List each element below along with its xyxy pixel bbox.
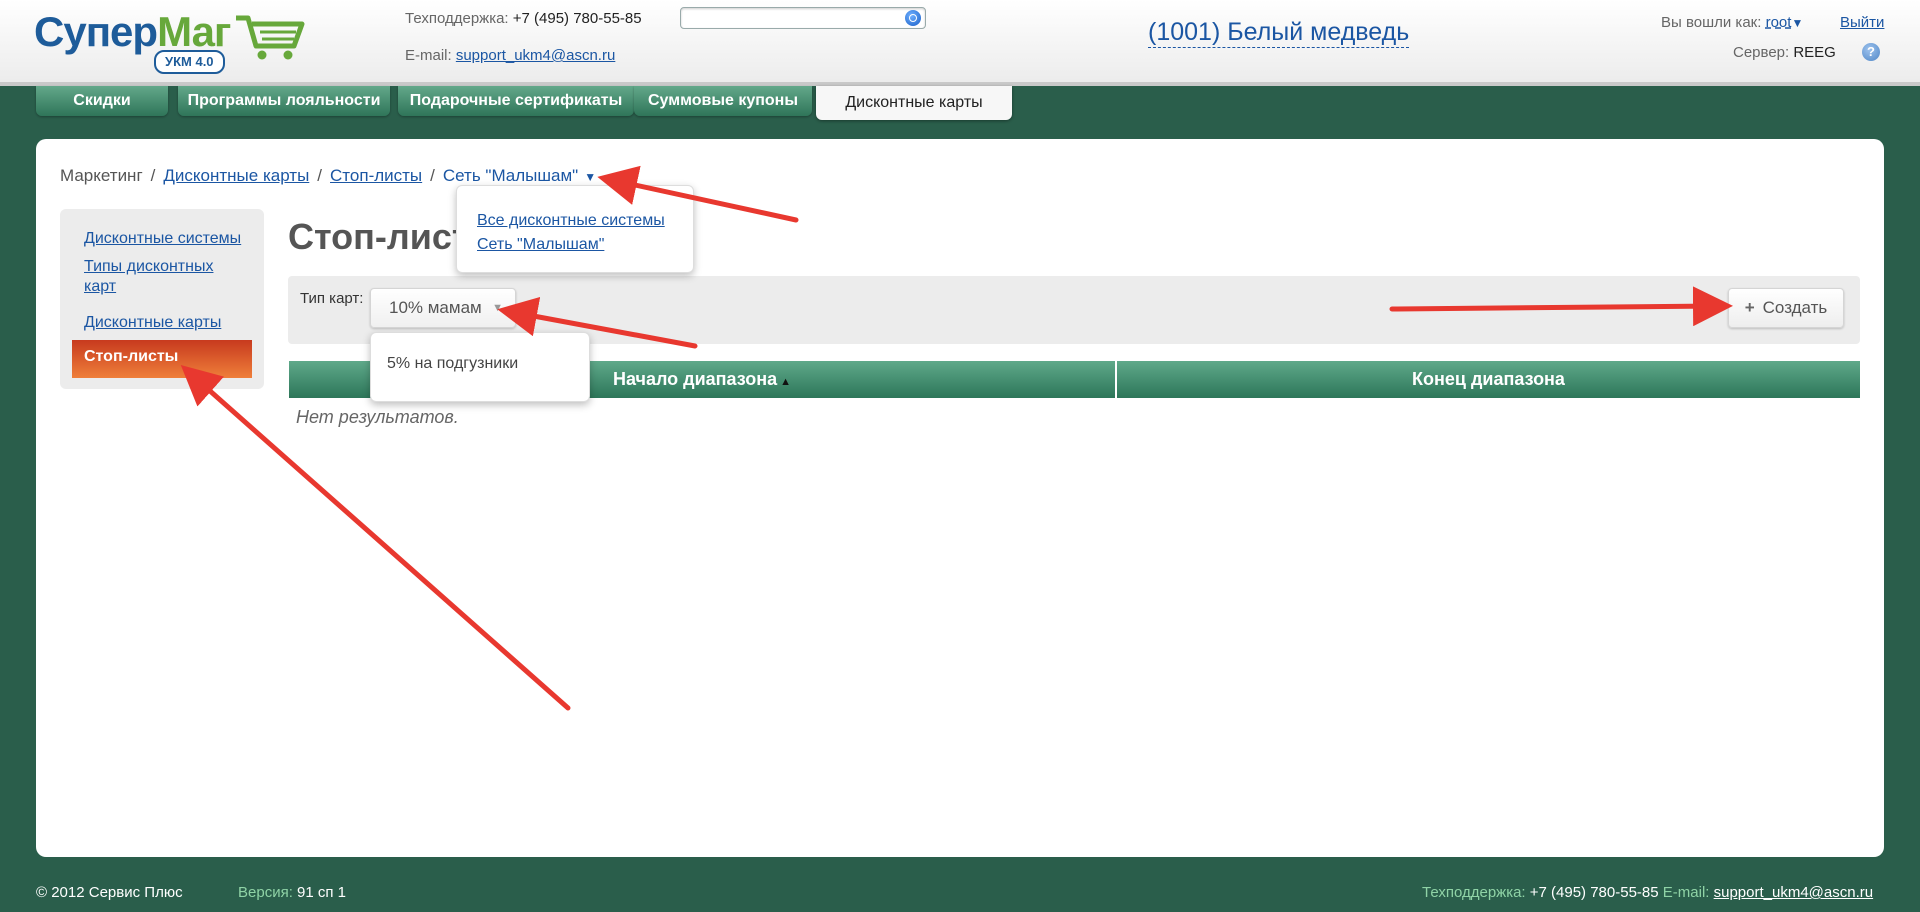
email-label: E-mail: [405,47,452,64]
breadcrumb-dropdown-caret-icon[interactable]: ▼ [584,170,596,184]
menu-item-all-discount-systems[interactable]: Все дисконтные системы [477,212,665,230]
logo-word-2: Маг [157,8,231,55]
server-label: Сервер: [1733,44,1790,61]
sidebar-item-stop-lists[interactable]: Стоп-листы [72,340,252,378]
supermag-logo[interactable]: СуперМаг УКМ 4.0 [34,8,305,74]
breadcrumb: Маркетинг / Дисконтные карты / Стоп-листы / Се… [60,166,597,185]
support-phone: +7 (495) 780-55-85 [512,10,642,27]
column-header-range-end[interactable]: Конец диапазона [1117,361,1860,398]
version-value: 91 сп 1 [297,884,347,901]
version-label: Версия: [238,884,293,901]
search-input[interactable] [680,7,926,29]
card-type-select[interactable]: 10% мамам ▼ [370,288,516,328]
cart-icon [236,15,305,60]
content-panel: Маркетинг / Дисконтные карты / Стоп-листы / Се… [36,139,1884,857]
column-header-label: Конец диапазона [1412,369,1565,389]
tab-discounts[interactable]: Скидки [36,86,168,116]
footer-support: Техподдержка: +7 (495) 780-55-85 E-mail:… [1422,884,1873,901]
header-email: E-mail: support_ukm4@ascn.ru [405,47,615,64]
search-icon[interactable] [905,10,921,26]
sidebar: Дисконтные системы Типы дисконтных карт … [60,209,264,389]
ukm-version-badge: УКМ 4.0 [154,50,225,74]
empty-results-message: Нет результатов. [296,407,459,427]
plus-icon: + [1744,298,1755,317]
tab-gift-certificates[interactable]: Подарочные сертификаты [398,86,634,116]
app-header: СуперМаг УКМ 4.0 Техподдержка: +7 (495) … [0,0,1920,86]
tab-discount-cards[interactable]: Дисконтные карты [816,86,1012,120]
create-button-label: Создать [1762,298,1828,317]
sidebar-item-card-types[interactable]: Типы дисконтных карт [84,257,244,297]
store-selector[interactable]: (1001) Белый медведь [1148,18,1410,48]
tab-sum-coupons[interactable]: Суммовые купоны [634,86,812,116]
user-menu-link[interactable]: root [1766,14,1792,31]
footer-email-label: E-mail: [1662,884,1710,901]
logged-in-info: Вы вошли как: root▼ [1661,14,1803,31]
footer-copyright: © 2012 Сервис Плюс [36,884,183,901]
footer-support-label: Техподдержка: [1422,884,1526,901]
footer-support-phone: +7 (495) 780-55-85 [1529,884,1659,901]
help-icon[interactable]: ? [1862,43,1880,61]
footer-email-link[interactable]: support_ukm4@ascn.ru [1714,884,1873,901]
logo-wordmark: СуперМаг [34,8,231,56]
footer-version: Версия: 91 сп 1 [238,884,346,901]
logo-word-1: Супер [34,8,158,55]
tab-loyalty-programs[interactable]: Программы лояльности [178,86,390,116]
create-button[interactable]: + Создать [1728,288,1844,328]
menu-item-network-malysham[interactable]: Сеть "Малышам" [477,236,604,254]
menu-item-card-type[interactable]: 5% на подгузники [387,355,518,373]
breadcrumb-current-network[interactable]: Сеть "Малышам" [443,166,578,185]
server-info: Сервер: REEG [1733,44,1836,61]
logout-link[interactable]: Выйти [1840,14,1884,31]
support-email-link[interactable]: support_ukm4@ascn.ru [456,47,615,64]
support-label: Техподдержка: [405,10,509,27]
chevron-down-icon: ▼ [492,302,503,314]
sidebar-item-discount-cards[interactable]: Дисконтные карты [84,313,221,333]
header-support: Техподдержка: +7 (495) 780-55-85 [405,10,642,27]
network-dropdown-menu: Все дисконтные системы Сеть "Малышам" [456,185,694,273]
card-type-label: Тип карт: [300,290,364,307]
breadcrumb-stop-lists[interactable]: Стоп-листы [330,166,422,185]
logged-in-label: Вы вошли как: [1661,14,1762,31]
breadcrumb-discount-cards[interactable]: Дисконтные карты [163,166,309,185]
card-type-dropdown-menu: 5% на подгузники [370,332,590,402]
breadcrumb-root: Маркетинг [60,166,143,185]
sort-asc-icon: ▲ [780,376,792,388]
sidebar-item-discount-systems[interactable]: Дисконтные системы [84,229,241,249]
column-header-label: Начало диапазона [612,369,778,389]
app-footer: © 2012 Сервис Плюс Версия: 91 сп 1 Техпо… [0,870,1920,912]
server-name: REEG [1793,44,1836,61]
card-type-value: 10% мамам [389,298,482,317]
user-menu-caret-icon[interactable]: ▼ [1791,16,1803,30]
